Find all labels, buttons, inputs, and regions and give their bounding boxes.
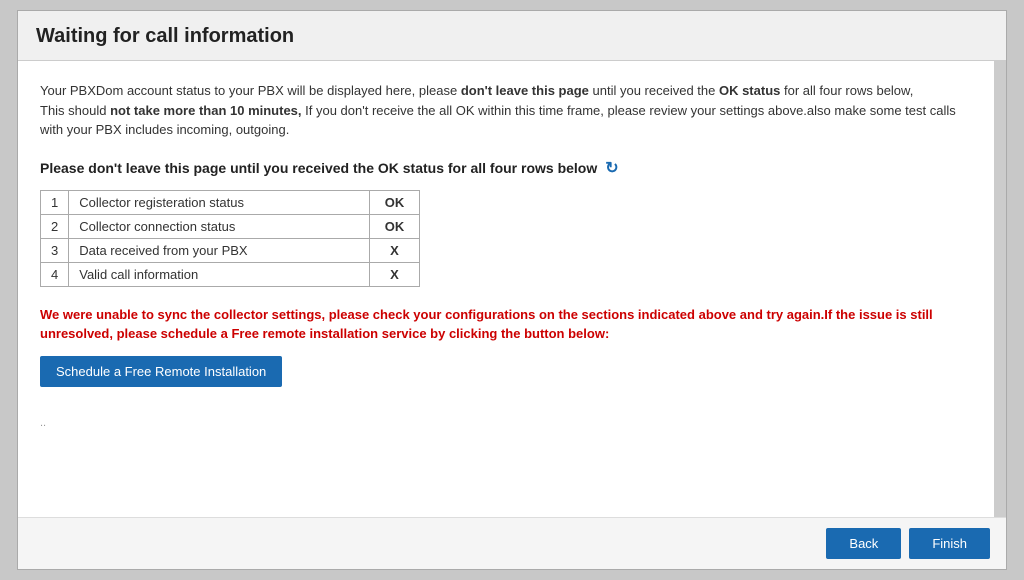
row-num: 1: [41, 190, 69, 214]
intro-text-1: Your PBXDom account status to your PBX w…: [40, 83, 461, 98]
intro-bold-3: not take more than 10 minutes,: [110, 103, 301, 118]
table-row: 4 Valid call information X: [41, 262, 420, 286]
status-table: 1 Collector registeration status OK 2 Co…: [40, 190, 420, 287]
dots-text: ..: [40, 417, 972, 429]
intro-bold-1: don't leave this page: [461, 83, 589, 98]
window-footer: Back Finish: [18, 517, 1006, 569]
row-label: Valid call information: [69, 262, 370, 286]
intro-paragraph: Your PBXDom account status to your PBX w…: [40, 81, 972, 140]
row-label: Collector registeration status: [69, 190, 370, 214]
status-heading-text: Please don't leave this page until you r…: [40, 160, 597, 176]
finish-button[interactable]: Finish: [909, 528, 990, 559]
row-num: 4: [41, 262, 69, 286]
row-status: OK: [370, 190, 420, 214]
schedule-remote-installation-button[interactable]: Schedule a Free Remote Installation: [40, 356, 282, 387]
row-label: Collector connection status: [69, 214, 370, 238]
row-num: 2: [41, 214, 69, 238]
row-status: OK: [370, 214, 420, 238]
row-label: Data received from your PBX: [69, 238, 370, 262]
intro-text-2: until you received the: [589, 83, 719, 98]
row-status: X: [370, 238, 420, 262]
main-window: Waiting for call information Your PBXDom…: [17, 10, 1007, 570]
status-heading: Please don't leave this page until you r…: [40, 158, 972, 178]
table-row: 2 Collector connection status OK: [41, 214, 420, 238]
window-header: Waiting for call information: [18, 11, 1006, 61]
page-title: Waiting for call information: [36, 25, 988, 48]
row-num: 3: [41, 238, 69, 262]
intro-bold-2: OK status: [719, 83, 780, 98]
window-body: Your PBXDom account status to your PBX w…: [18, 61, 1006, 517]
row-status: X: [370, 262, 420, 286]
back-button[interactable]: Back: [826, 528, 901, 559]
refresh-icon[interactable]: ↻: [605, 158, 618, 178]
table-row: 1 Collector registeration status OK: [41, 190, 420, 214]
error-message: We were unable to sync the collector set…: [40, 305, 972, 344]
table-row: 3 Data received from your PBX X: [41, 238, 420, 262]
